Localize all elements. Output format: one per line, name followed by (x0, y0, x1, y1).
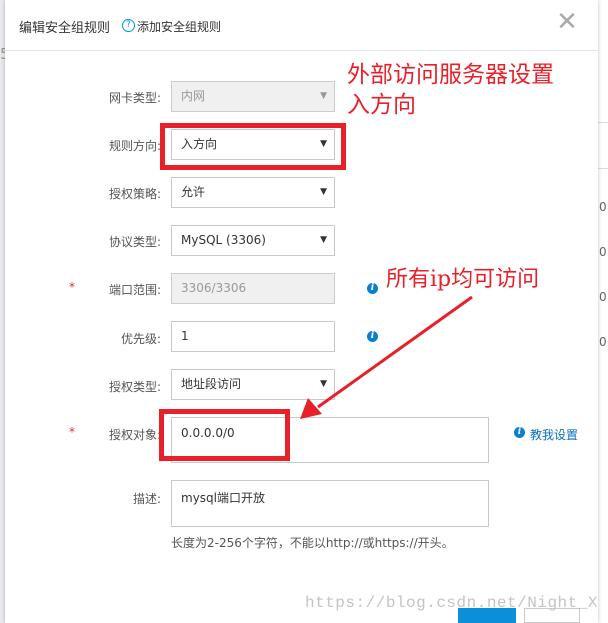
background-divider (598, 122, 608, 123)
dialog-title: 编辑安全组规则 (19, 21, 111, 36)
port-range-label: 端口范围: (108, 283, 161, 297)
background-text: 0 (599, 200, 607, 214)
auth-object-label: 授权对象: (108, 428, 161, 442)
annotation-inbound-line1: 外部访问服务器设置 (347, 62, 554, 88)
nic-type-select[interactable]: 内网 ▼ (171, 81, 335, 112)
info-icon[interactable]: i (367, 331, 378, 342)
priority-input[interactable]: 1 (171, 321, 335, 352)
port-range-input[interactable]: 3306/3306 (171, 273, 335, 304)
info-icon[interactable]: i (514, 427, 525, 438)
annotation-inbound-line2: 入方向 (347, 92, 416, 118)
background-text: 0 (599, 335, 607, 349)
description-value: mysql端口开放 (181, 491, 265, 505)
background-text: 0 (599, 290, 607, 304)
auth-type-value: 地址段访问 (181, 377, 242, 391)
auth-policy-select[interactable]: 允许 ▼ (171, 177, 335, 208)
background-page-right (598, 0, 608, 623)
chevron-down-icon: ▼ (320, 91, 327, 101)
close-icon[interactable]: ✕ (555, 9, 579, 35)
help-circle-icon[interactable]: ? (122, 19, 135, 32)
annotation-inbound-text: 外部访问服务器设置 入方向 (347, 60, 554, 120)
chevron-down-icon: ▼ (320, 379, 327, 389)
auth-policy-label: 授权策略: (108, 187, 161, 201)
priority-label: 优先级: (120, 332, 161, 346)
auth-type-label: 授权类型: (108, 380, 161, 394)
priority-value: 1 (181, 329, 189, 343)
rule-direction-label: 规则方向: (108, 139, 161, 153)
protocol-type-select[interactable]: MySQL (3306) ▼ (171, 225, 335, 256)
info-icon[interactable]: i (367, 283, 378, 294)
annotation-all-ip-text: 所有ip均可访问 (386, 267, 540, 292)
add-rule-help-link[interactable]: 添加安全组规则 (137, 18, 221, 35)
protocol-type-label: 协议类型: (108, 235, 161, 249)
nic-type-label: 网卡类型: (108, 91, 161, 105)
protocol-type-value: MySQL (3306) (181, 233, 266, 247)
description-label: 描述: (132, 492, 161, 506)
description-hint: 长度为2-256个字符，不能以http://或https://开头。 (171, 536, 454, 550)
watermark: https://blog.csdn.net/Night_X (305, 594, 598, 612)
tutorial-link[interactable]: 教我设置 (530, 426, 578, 443)
annotation-highlight-direction (160, 123, 346, 170)
dialog-header: 编辑安全组规则 ? 添加安全组规则 ✕ (5, 0, 598, 51)
nic-type-value: 内网 (181, 89, 206, 103)
chevron-down-icon: ▼ (320, 235, 327, 245)
auth-type-select[interactable]: 地址段访问 ▼ (171, 369, 335, 400)
chevron-down-icon: ▼ (320, 187, 327, 197)
background-text: 0 (599, 245, 607, 259)
auth-policy-value: 允许 (181, 185, 206, 199)
port-range-value: 3306/3306 (181, 281, 247, 295)
annotation-highlight-auth-object (159, 409, 290, 461)
background-divider (598, 168, 608, 169)
description-textarea[interactable]: mysql端口开放 (171, 480, 489, 527)
